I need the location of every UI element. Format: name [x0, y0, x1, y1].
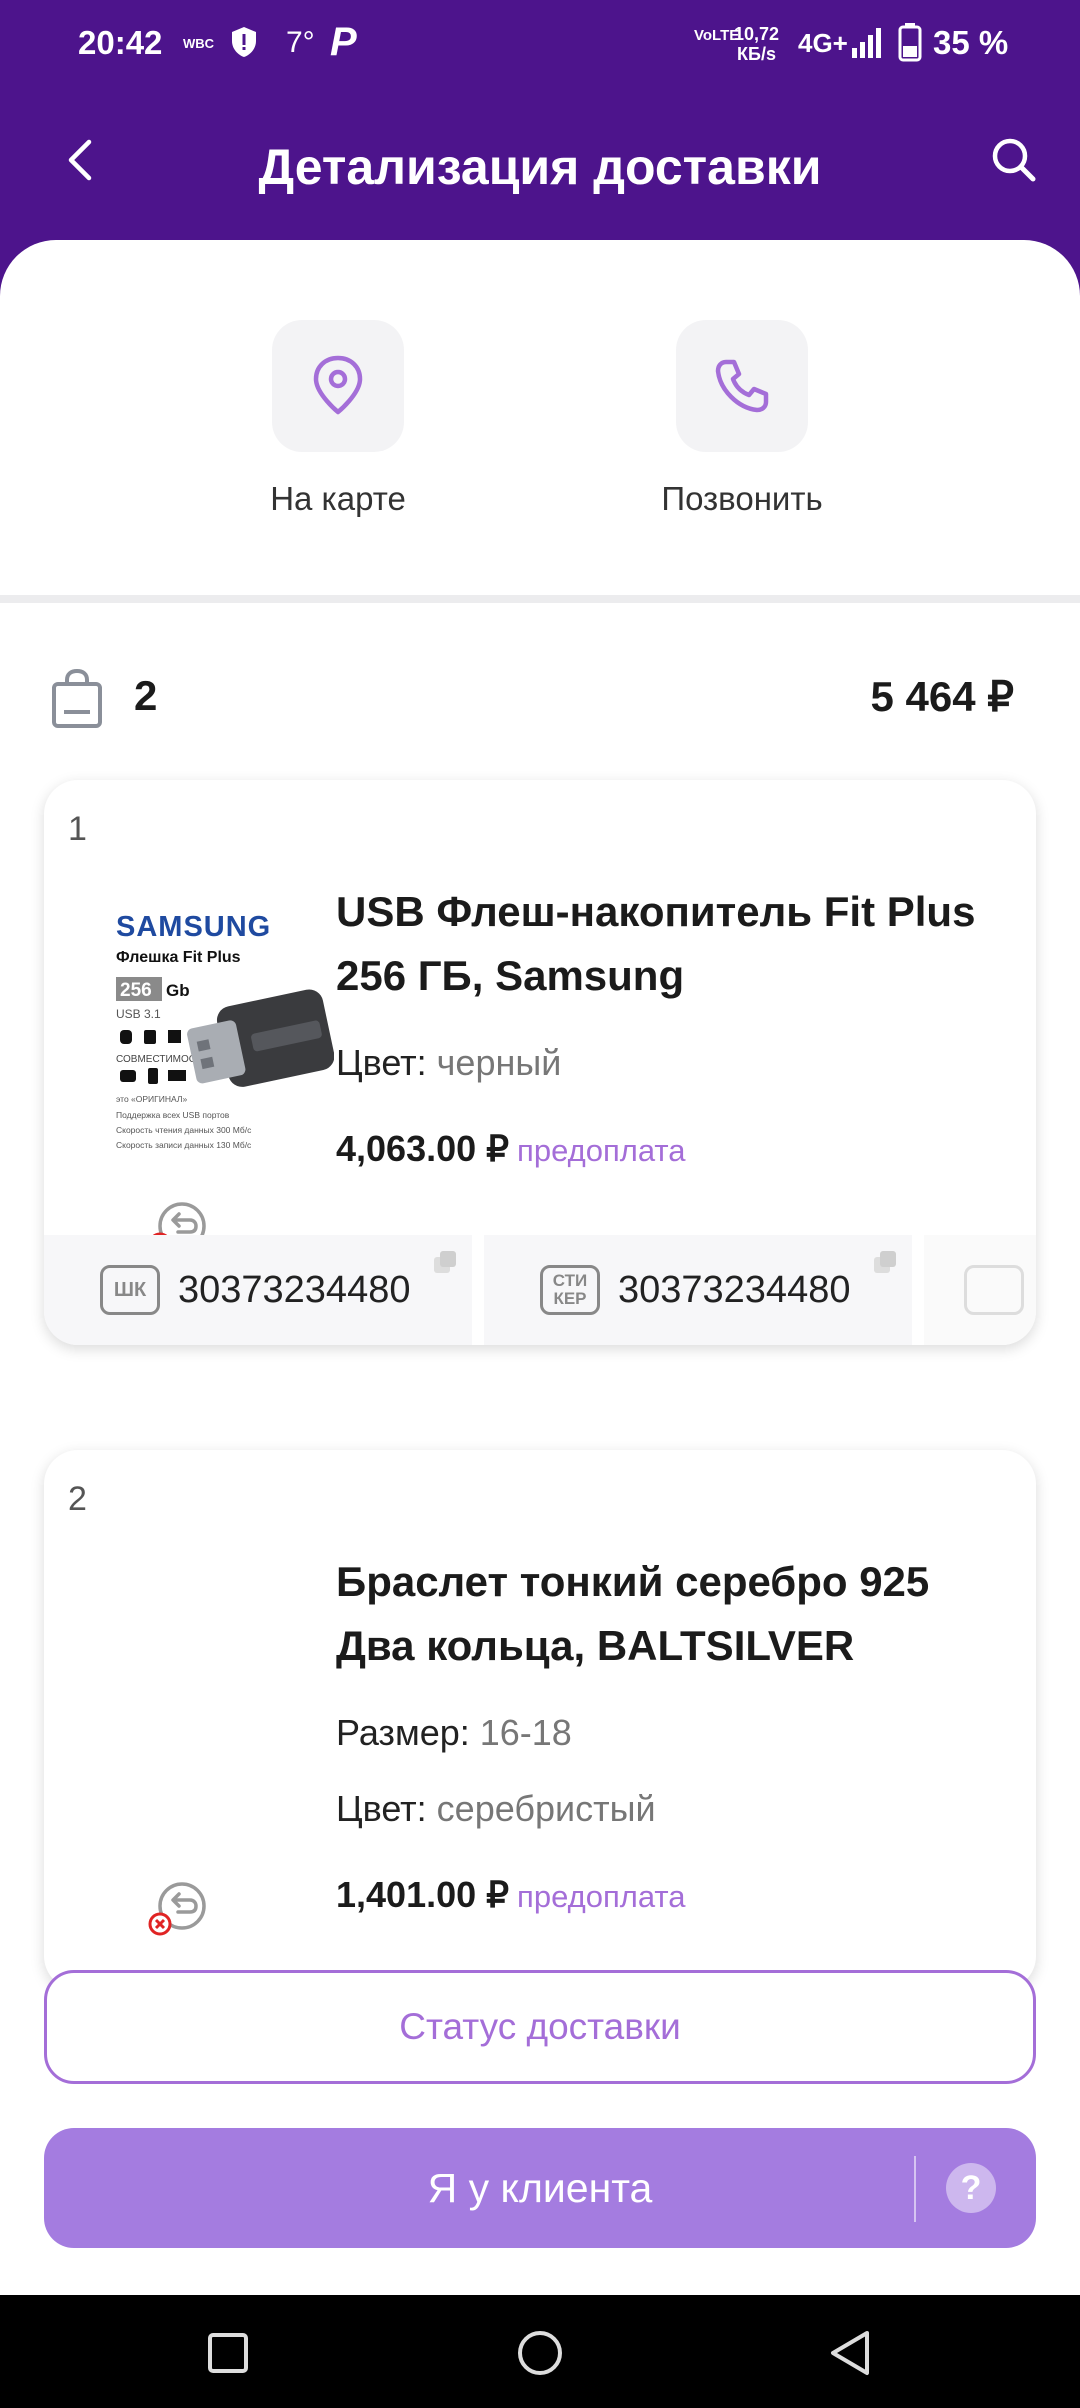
call-action-box[interactable] — [676, 320, 808, 452]
map-action-label: На карте — [270, 480, 406, 517]
call-action[interactable]: Позвонить — [612, 320, 872, 518]
extra-code-chip[interactable] — [924, 1235, 1036, 1345]
thumb-line2: Поддержка всех USB портов — [116, 1110, 230, 1120]
back-nav-button[interactable] — [820, 2323, 880, 2383]
order-item-card[interactable]: 2 Браслет тонкий серебро 925 Два кольца,… — [44, 1450, 1036, 1990]
barcode-icon: ШК — [100, 1265, 160, 1315]
at-client-button[interactable]: Я у клиента ? — [44, 2128, 1036, 2248]
search-icon — [992, 138, 1036, 182]
payment-type: предоплата — [517, 1133, 686, 1168]
item-index: 1 — [68, 810, 87, 848]
order-summary: 2 5 464 ₽ — [0, 660, 1080, 740]
shopping-bag-icon — [50, 668, 104, 735]
order-item-card[interactable]: 1 SAMSUNG Флешка Fit Plus 256 Gb USB 3.1… — [44, 780, 1036, 1345]
status-carrier-tag: WBC — [183, 36, 215, 51]
shield-icon — [230, 26, 258, 63]
item-codes: ШК 30373234480 СТИ КЕР 30373234480 — [44, 1235, 1036, 1345]
product-color: Цвет: серебристый — [336, 1788, 656, 1829]
items-count: 2 — [134, 672, 158, 719]
system-nav-bar — [0, 2295, 1080, 2408]
phone-icon — [715, 359, 769, 413]
status-network: 4G+ — [798, 28, 848, 58]
thumb-capacity: 256 — [120, 980, 152, 1001]
thumb-product: Флешка Fit Plus — [116, 949, 241, 966]
button-separator — [914, 2156, 916, 2222]
copy-icon[interactable] — [872, 1249, 898, 1280]
product-image-bracelet — [72, 1550, 334, 1825]
product-price: 4,063.00 ₽ предоплата — [336, 1128, 686, 1169]
help-button[interactable]: ? — [946, 2163, 996, 2213]
product-price: 1,401.00 ₽ предоплата — [336, 1874, 686, 1915]
map-action-box[interactable] — [272, 320, 404, 452]
thumb-capacity-unit: Gb — [166, 981, 190, 1000]
thumb-line4: Скорость записи данных 130 Мб/с — [116, 1140, 252, 1150]
copy-icon[interactable] — [432, 1249, 458, 1280]
map-action[interactable]: На карте — [208, 320, 468, 518]
content-sheet: На карте Позвонить 2 5 464 ₽ 1 SAMSUNG Ф… — [0, 240, 1080, 2295]
delivery-status-button[interactable]: Статус доставки — [44, 1970, 1036, 2084]
barcode-value: 30373234480 — [178, 1268, 411, 1311]
home-icon — [518, 2331, 562, 2375]
status-bar: 20:42 WBC 7° P VoLTE 10,72 КБ/s 4G+ 35 % — [0, 0, 1080, 88]
extra-code-icon — [964, 1265, 1024, 1315]
battery-icon — [898, 22, 922, 67]
recents-icon — [208, 2333, 248, 2373]
thumb-brand: SAMSUNG — [116, 911, 271, 943]
payment-type: предоплата — [517, 1879, 686, 1914]
thumb-usb: USB 3.1 — [116, 1007, 161, 1021]
app-header: Детализация доставки — [0, 100, 1080, 240]
quick-actions: На карте Позвонить — [0, 240, 1080, 595]
app-p-icon: P — [330, 20, 357, 64]
thumb-line1: это «ОРИГИНАЛ» — [116, 1094, 187, 1104]
signal-icon — [850, 26, 886, 65]
map-pin-icon — [313, 355, 363, 415]
product-color: Цвет: черный — [336, 1042, 562, 1083]
product-name: USB Флеш-накопитель Fit Plus 256 ГБ, Sam… — [336, 888, 976, 999]
sticker-value: 30373234480 — [618, 1268, 851, 1311]
status-temperature: 7° — [286, 26, 315, 59]
page-title: Детализация доставки — [258, 139, 822, 195]
product-image-usb-flash: SAMSUNG Флешка Fit Plus 256 Gb USB 3.1 С… — [72, 880, 335, 1155]
status-speed: 10,72 КБ/s — [734, 24, 780, 64]
search-button[interactable] — [984, 130, 1044, 190]
status-volte: VoLTE — [694, 27, 740, 44]
status-time: 20:42 — [78, 24, 163, 61]
sticker-chip[interactable]: СТИ КЕР 30373234480 — [484, 1235, 912, 1345]
recents-button[interactable] — [198, 2323, 258, 2383]
item-index: 2 — [68, 1480, 87, 1518]
return-not-allowed-icon — [148, 1880, 208, 1945]
barcode-chip[interactable]: ШК 30373234480 — [44, 1235, 472, 1345]
call-action-label: Позвонить — [661, 480, 823, 517]
home-button[interactable] — [510, 2323, 570, 2383]
product-name: Браслет тонкий серебро 925 Два кольца, B… — [336, 1558, 930, 1669]
section-divider — [0, 595, 1080, 603]
product-size: Размер: 16-18 — [336, 1712, 572, 1753]
order-total: 5 464 ₽ — [870, 673, 1015, 720]
sticker-icon: СТИ КЕР — [540, 1265, 600, 1315]
back-triangle-icon — [831, 2331, 869, 2375]
status-battery: 35 % — [933, 24, 1009, 61]
thumb-line3: Скорость чтения данных 300 Мб/с — [116, 1125, 252, 1135]
at-client-label: Я у клиента — [427, 2164, 653, 2211]
